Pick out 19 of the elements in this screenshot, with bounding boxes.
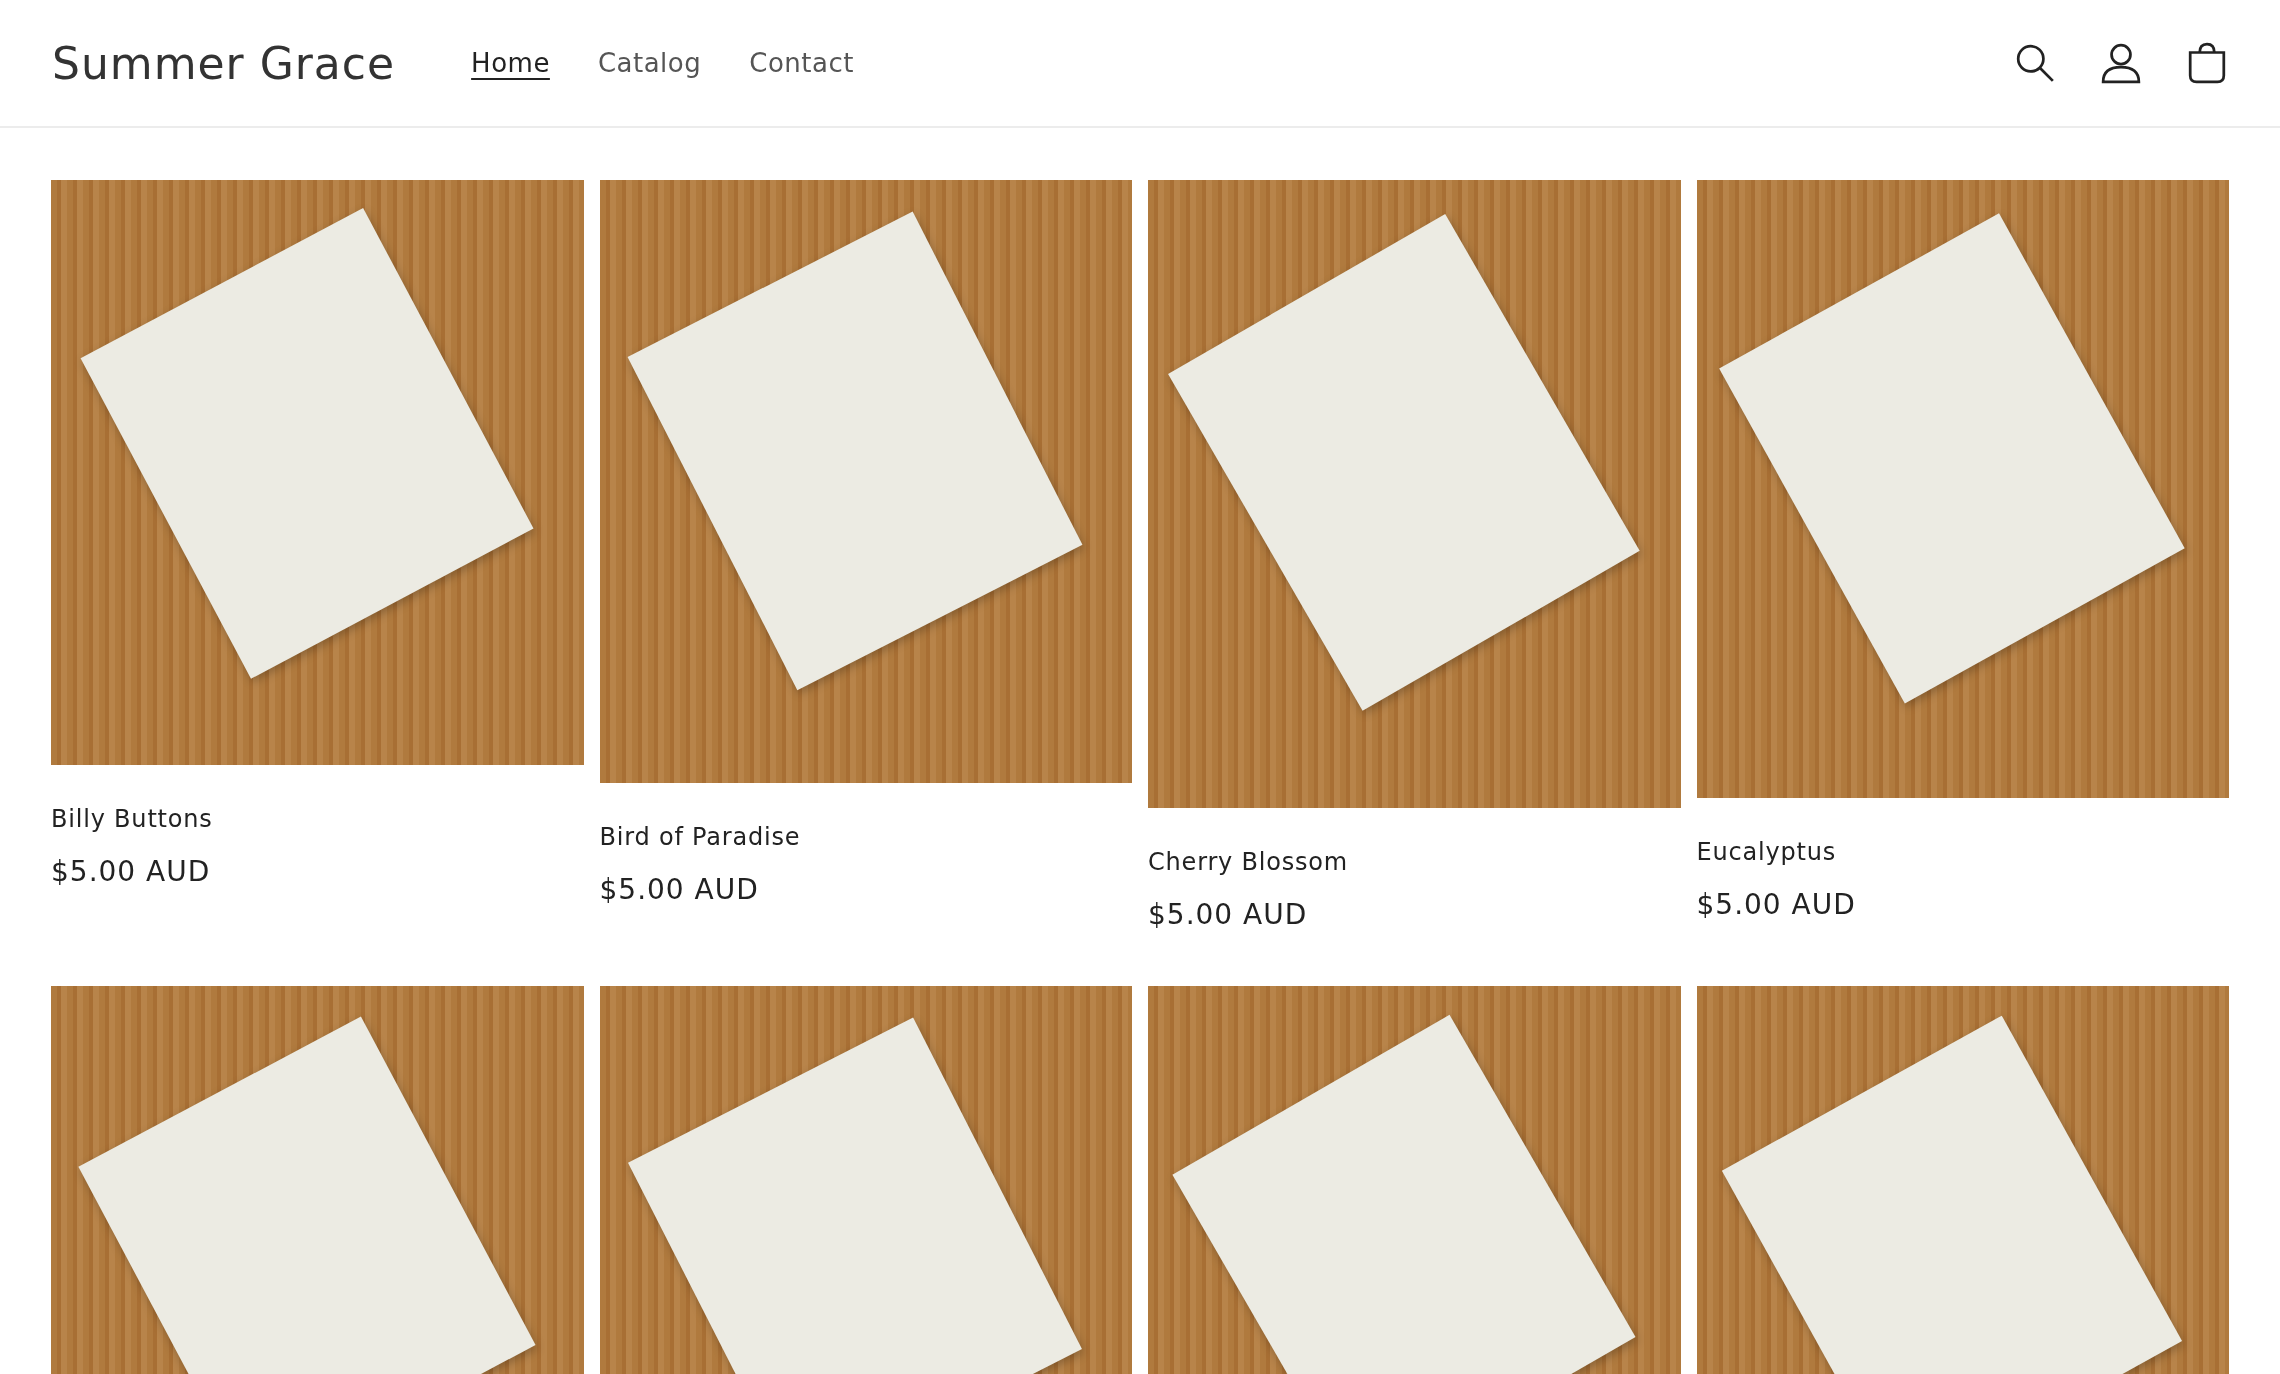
product-name[interactable]: Cherry Blossom xyxy=(1148,848,1348,876)
product-price: $5.00 AUD xyxy=(599,873,759,906)
nav-link[interactable]: Catalog xyxy=(597,48,702,78)
shopping-bag-icon[interactable] xyxy=(2186,42,2228,84)
product-price: $5.00 AUD xyxy=(51,855,211,888)
product-name[interactable]: Bird of Paradise xyxy=(599,823,801,851)
photo-placeholder[interactable] xyxy=(599,180,1132,783)
photo-placeholder[interactable] xyxy=(1148,180,1681,808)
nav-link[interactable]: Contact xyxy=(749,48,854,78)
product-name[interactable]: Billy Buttons xyxy=(51,805,213,833)
product-price: $5.00 AUD xyxy=(1148,898,1308,931)
photo-placeholder[interactable] xyxy=(1696,180,2229,798)
product-price: $5.00 AUD xyxy=(1696,888,1856,921)
search-icon[interactable] xyxy=(2014,42,2056,84)
photo-placeholder[interactable] xyxy=(51,180,584,765)
account-icon[interactable] xyxy=(2100,42,2142,84)
nav-link[interactable]: Home xyxy=(471,48,550,78)
product-name[interactable]: Eucalyptus xyxy=(1696,838,1836,866)
store-logo[interactable]: Summer Grace xyxy=(52,37,396,89)
